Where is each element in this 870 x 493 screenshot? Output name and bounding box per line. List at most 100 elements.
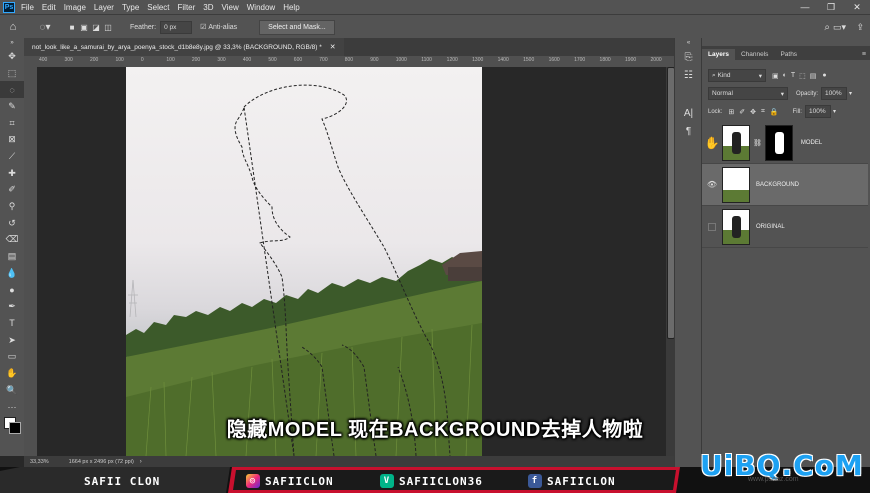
document-tab[interactable]: not_look_like_a_samurai_by_arya_poenya_s… [24, 38, 344, 56]
zoom-tool-icon[interactable]: 🔍 [0, 382, 24, 399]
filter-pixel-icon[interactable]: ▣ [772, 72, 779, 80]
link-icon[interactable]: ⛓ [753, 139, 762, 147]
vertical-ruler [24, 56, 37, 456]
chevron-down-icon: ▾ [780, 90, 784, 98]
lasso-tool-icon[interactable]: ◌ [0, 81, 24, 99]
quick-select-tool-icon[interactable]: ✎ [0, 98, 24, 115]
healing-brush-tool-icon[interactable]: ✚ [0, 165, 24, 182]
facebook-handle[interactable]: f SAFIICLON [528, 471, 616, 491]
paragraph-panel-icon[interactable]: ¶ [675, 122, 702, 140]
antialias-checkbox[interactable]: ☑ [200, 23, 206, 31]
history-brush-tool-icon[interactable]: ↺ [0, 215, 24, 232]
pen-tool-icon[interactable]: ✒ [0, 298, 24, 315]
filter-adjustment-icon[interactable]: ◐ [783, 72, 787, 79]
lock-transparent-icon[interactable]: ⊞ [728, 108, 734, 116]
tab-channels[interactable]: Channels [735, 49, 774, 60]
ruler-tick-label: 1200 [446, 57, 458, 63]
search-icon[interactable]: ⌕ [824, 22, 830, 33]
marquee-tool-icon[interactable]: ⬚ [0, 65, 24, 82]
minimize-button[interactable]: — [792, 2, 818, 12]
menu-3d[interactable]: 3D [203, 3, 213, 12]
lock-position-icon[interactable]: ✥ [750, 108, 756, 116]
filter-toggle-icon[interactable]: ● [822, 72, 826, 79]
layer-row-model[interactable]: ✋ ⛓ MODEL [702, 122, 868, 164]
new-selection-icon[interactable]: ■ [66, 23, 78, 32]
toolbar-collapse-icon[interactable]: » [0, 38, 24, 48]
menu-help[interactable]: Help [283, 3, 299, 12]
menu-filter[interactable]: Filter [178, 3, 196, 12]
layer-row-background[interactable]: 👁 BACKGROUND [702, 164, 868, 206]
vertical-scrollbar[interactable] [666, 67, 675, 456]
intersect-selection-icon[interactable]: ◫ [102, 23, 114, 32]
dodge-tool-icon[interactable]: ● [0, 282, 24, 299]
dock-collapse-icon[interactable]: « [675, 38, 702, 48]
menu-type[interactable]: Type [122, 3, 139, 12]
menu-layer[interactable]: Layer [94, 3, 114, 12]
home-icon[interactable]: ⌂ [0, 21, 26, 33]
hand-tool-icon[interactable]: ✋ [0, 365, 24, 382]
history-panel-icon[interactable]: ⎘ [675, 48, 702, 66]
filter-type-icon[interactable]: T [791, 72, 795, 79]
lasso-preset-icon[interactable]: ◌▾ [32, 22, 58, 33]
vine-handle[interactable]: V SAFIICLON36 [380, 471, 483, 491]
eraser-tool-icon[interactable]: ⌫ [0, 232, 24, 249]
layer-name-model[interactable]: MODEL [801, 140, 822, 146]
layer-name-background[interactable]: BACKGROUND [756, 182, 799, 188]
tab-paths[interactable]: Paths [774, 49, 803, 60]
menu-window[interactable]: Window [247, 3, 275, 12]
tab-layers[interactable]: Layers [702, 49, 735, 60]
crop-tool-icon[interactable]: ⌗ [0, 115, 24, 132]
zoom-level[interactable]: 33,33% [30, 459, 49, 465]
blur-tool-icon[interactable]: 💧 [0, 265, 24, 282]
instagram-handle-text: SAFIICLON [265, 474, 334, 488]
path-select-tool-icon[interactable]: ➤ [0, 332, 24, 349]
instagram-handle[interactable]: ◎ SAFIICLON [246, 471, 334, 491]
subtract-selection-icon[interactable]: ◪ [90, 23, 102, 32]
gradient-tool-icon[interactable]: ▤ [0, 248, 24, 265]
restore-button[interactable]: ❐ [818, 2, 844, 13]
close-window-button[interactable]: ✕ [844, 2, 870, 13]
close-tab-icon[interactable]: ✕ [330, 43, 336, 51]
filter-smart-object-icon[interactable]: ▤ [810, 72, 817, 80]
lock-image-icon[interactable]: ✐ [739, 108, 745, 116]
frame-tool-icon[interactable]: ⊠ [0, 131, 24, 148]
menu-select[interactable]: Select [147, 3, 169, 12]
eyedropper-tool-icon[interactable]: ⟋ [0, 148, 24, 165]
brush-tool-icon[interactable]: ✐ [0, 182, 24, 199]
opacity-input[interactable]: 100% [821, 87, 848, 100]
panel-menu-icon[interactable]: ≡ [857, 49, 870, 60]
menu-image[interactable]: Image [64, 3, 86, 12]
status-more-icon[interactable]: › [140, 459, 142, 465]
blend-mode-select[interactable]: Normal ▾ [708, 87, 788, 100]
feather-input[interactable]: 0 px [160, 20, 193, 34]
select-and-mask-button[interactable]: Select and Mask... [259, 19, 335, 35]
fill-chevron-icon[interactable]: ▾ [833, 108, 836, 115]
fill-input[interactable]: 100% [804, 105, 831, 118]
layer-thumbnail [722, 166, 750, 203]
layer-row-original[interactable]: ORIGINAL [702, 206, 868, 248]
add-selection-icon[interactable]: ▣ [78, 23, 90, 32]
move-tool-icon[interactable]: ✥ [0, 48, 24, 65]
share-icon[interactable]: ⇪ [856, 22, 864, 33]
layer-name-original[interactable]: ORIGINAL [756, 224, 785, 230]
visibility-toggle-empty[interactable] [702, 222, 722, 231]
lock-all-icon[interactable]: 🔒 [770, 108, 779, 116]
opacity-chevron-icon[interactable]: ▾ [849, 90, 852, 97]
filter-shape-icon[interactable]: ⬚ [799, 72, 806, 80]
visibility-eye-icon[interactable]: 👁 [702, 180, 722, 189]
clone-stamp-tool-icon[interactable]: ⚲ [0, 198, 24, 215]
type-tool-icon[interactable]: T [0, 315, 24, 332]
lock-label: Lock: [708, 108, 723, 115]
rectangle-tool-icon[interactable]: ▭ [0, 348, 24, 365]
properties-panel-icon[interactable]: ☷ [675, 66, 702, 84]
menu-edit[interactable]: Edit [42, 3, 56, 12]
document-image[interactable] [126, 67, 482, 456]
lock-artboard-icon[interactable]: ⌗ [761, 108, 765, 116]
workspace-icon[interactable]: ▭▾ [833, 22, 846, 33]
filter-kind-select[interactable]: ⌕ Kind ▾ [708, 69, 766, 82]
menu-file[interactable]: File [21, 3, 34, 12]
character-panel-icon[interactable]: A| [675, 104, 702, 122]
menu-view[interactable]: View [222, 3, 239, 12]
layer-mask-thumbnail[interactable] [764, 124, 793, 161]
hand-cursor-icon: ✋ [704, 135, 720, 150]
